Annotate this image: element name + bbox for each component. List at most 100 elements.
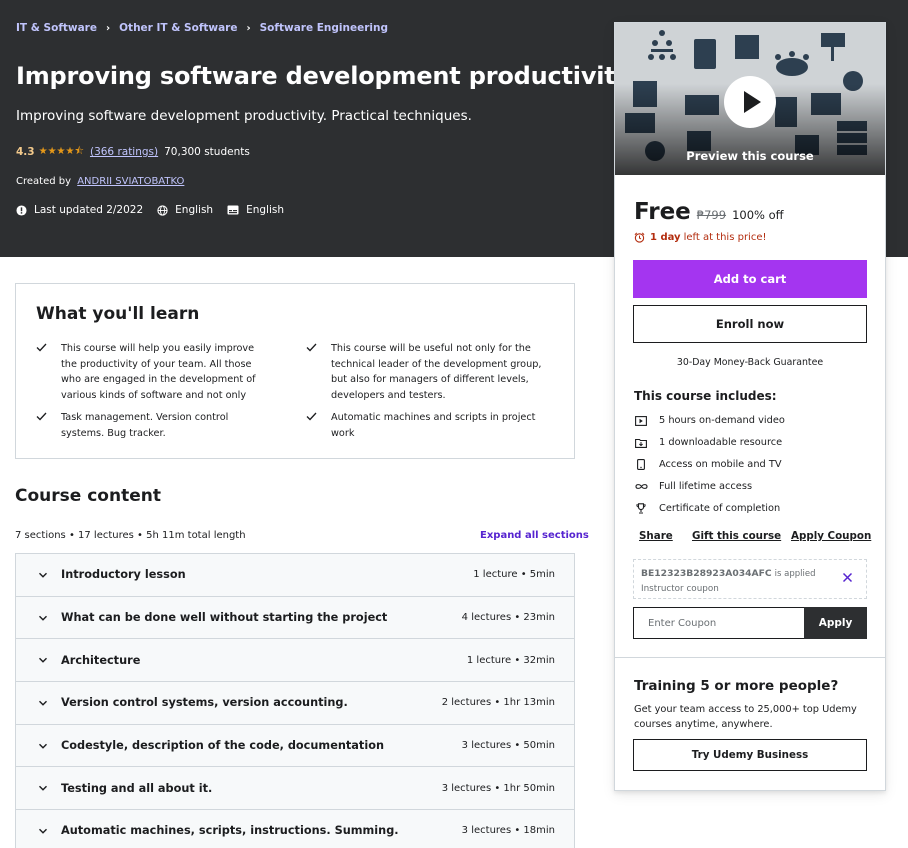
include-text: Certificate of completion — [659, 503, 781, 514]
applied-coupon: BE12323B28923A034AFC is applied Instructo… — [633, 559, 867, 599]
learn-item: This course will be useful not only for … — [306, 341, 543, 403]
created-by: Created by ANDRII SVIATOBATKO — [16, 176, 184, 187]
current-price: Free — [634, 199, 691, 225]
coupon-code-line: BE12323B28923A034AFC is applied — [641, 568, 815, 579]
captions-text: English — [246, 204, 284, 216]
breadcrumb-it-software[interactable]: IT & Software — [16, 22, 97, 34]
section-info: 1 lecture • 32min — [466, 654, 555, 666]
include-text: 5 hours on-demand video — [659, 415, 785, 426]
coupon-input[interactable] — [633, 607, 804, 639]
star-icon: ★ — [56, 146, 66, 157]
half-star-icon: ⯪ — [74, 146, 84, 157]
section-info: 4 lectures • 23min — [461, 612, 555, 624]
section-row[interactable]: What can be done well without starting t… — [16, 596, 574, 640]
what-youll-learn: What you'll learn This course will help … — [15, 283, 575, 459]
divider — [615, 657, 885, 658]
section-title: Version control systems, version account… — [61, 696, 348, 710]
add-to-cart-button[interactable]: Add to cart — [633, 260, 867, 298]
check-icon — [36, 341, 48, 403]
include-text: Access on mobile and TV — [659, 459, 782, 470]
breadcrumb-software-engineering[interactable]: Software Engineering — [260, 22, 388, 34]
section-title: Automatic machines, scripts, instruction… — [61, 824, 399, 838]
section-list: Introductory lesson 1 lecture • 5min Wha… — [15, 553, 575, 848]
last-updated-text: Last updated 2/2022 — [34, 204, 144, 216]
author-link[interactable]: ANDRII SVIATOBATKO — [77, 176, 184, 187]
section-info: 3 lectures • 18min — [461, 825, 555, 837]
purchase-card: Preview this course Free ₱799 100% off 1… — [614, 22, 886, 791]
section-info: 2 lectures • 1hr 13min — [441, 697, 555, 709]
chevron-down-icon — [39, 828, 47, 834]
course-meta: Last updated 2/2022 English English — [16, 204, 298, 216]
section-info: 3 lectures • 50min — [461, 740, 555, 752]
video-icon — [634, 415, 648, 426]
mobile-icon — [634, 459, 648, 470]
rating-value: 4.3 — [16, 146, 35, 158]
language-text: English — [175, 204, 214, 216]
learn-item-text: This course will help you easily improve… — [61, 343, 256, 401]
apply-coupon-button[interactable]: Apply — [804, 607, 867, 639]
section-title: Introductory lesson — [61, 568, 186, 582]
section-row[interactable]: Architecture 1 lecture • 32min — [16, 639, 574, 683]
last-updated: Last updated 2/2022 — [16, 204, 143, 216]
check-icon — [306, 341, 318, 403]
share-link[interactable]: Share — [639, 530, 673, 542]
include-text: Full lifetime access — [659, 481, 753, 492]
chevron-right-icon: › — [106, 22, 111, 34]
include-item: Certificate of completion — [634, 503, 780, 514]
globe-icon — [157, 204, 168, 216]
learn-item: Task management. Version control systems… — [36, 410, 273, 441]
section-info: 1 lecture • 5min — [473, 569, 555, 581]
money-back-guarantee: 30-Day Money-Back Guarantee — [676, 357, 824, 368]
try-udemy-business-button[interactable]: Try Udemy Business — [633, 739, 867, 771]
breadcrumb: IT & Software › Other IT & Software › So… — [16, 22, 388, 34]
course-preview[interactable]: Preview this course — [615, 23, 885, 175]
chevron-down-icon — [39, 572, 47, 578]
discount-percent: 100% off — [732, 208, 784, 222]
section-info: 3 lectures • 1hr 50min — [441, 782, 555, 794]
check-icon — [36, 410, 48, 441]
coupon-status: is applied — [774, 569, 816, 579]
section-title: Architecture — [61, 653, 141, 667]
students-count: 70,300 students — [164, 146, 250, 158]
learn-item: Automatic machines and scripts in projec… — [306, 410, 543, 441]
chevron-right-icon: › — [246, 22, 251, 34]
section-row[interactable]: Codestyle, description of the code, docu… — [16, 724, 574, 768]
coupon-type: Instructor coupon — [641, 584, 719, 594]
price-row: Free ₱799 100% off — [634, 199, 784, 225]
preview-label: Preview this course — [686, 149, 814, 163]
learn-item-text: This course will be useful not only for … — [331, 343, 542, 401]
apply-coupon-link[interactable]: Apply Coupon — [791, 530, 871, 542]
star-icon: ★ — [65, 146, 75, 157]
deadline-time: 1 day — [650, 232, 681, 243]
alarm-clock-icon — [634, 232, 645, 243]
created-by-label: Created by — [16, 176, 72, 187]
include-item: Access on mobile and TV — [634, 459, 782, 470]
ratings-count-link[interactable]: (366 ratings) — [90, 146, 158, 158]
section-title: What can be done well without starting t… — [61, 611, 388, 625]
closed-captions-icon — [227, 205, 239, 215]
star-icon: ★ — [38, 146, 48, 157]
captions: English — [227, 204, 284, 216]
enroll-now-button[interactable]: Enroll now — [633, 305, 867, 343]
alert-badge-icon — [16, 204, 27, 216]
learn-title: What you'll learn — [36, 304, 200, 324]
include-item: 1 downloadable resource — [634, 437, 782, 448]
breadcrumb-other-it-software[interactable]: Other IT & Software — [119, 22, 237, 34]
course-content-stats: 7 sections • 17 lectures • 5h 11m total … — [15, 530, 246, 541]
coupon-code: BE12323B28923A034AFC — [641, 568, 772, 579]
chevron-down-icon — [39, 785, 47, 791]
chevron-down-icon — [39, 700, 47, 706]
section-row[interactable]: Introductory lesson 1 lecture • 5min — [16, 554, 574, 597]
learn-item: This course will help you easily improve… — [36, 341, 273, 403]
close-icon[interactable] — [842, 572, 853, 583]
expand-all-sections-button[interactable]: Expand all sections — [480, 530, 589, 541]
include-text: 1 downloadable resource — [659, 437, 783, 448]
star-rating-icon: ★ ★ ★ ★ ⯪ — [39, 147, 84, 157]
gift-course-link[interactable]: Gift this course — [692, 530, 781, 542]
play-icon[interactable] — [724, 76, 776, 128]
section-row[interactable]: Automatic machines, scripts, instruction… — [16, 810, 574, 848]
infinity-icon — [634, 483, 648, 490]
check-icon — [306, 410, 318, 441]
section-row[interactable]: Version control systems, version account… — [16, 682, 574, 725]
section-row[interactable]: Testing and all about it. 3 lectures • 1… — [16, 767, 574, 811]
